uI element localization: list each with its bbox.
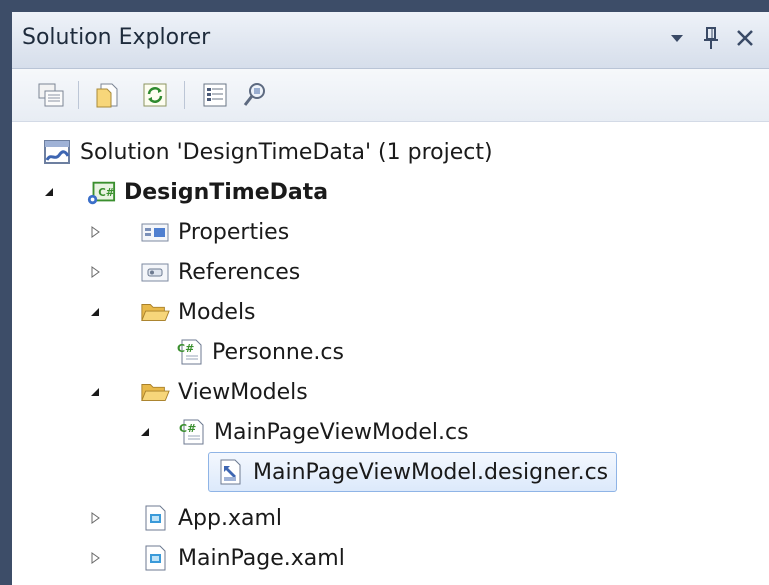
tree-item-mainpage-xaml[interactable]: MainPage.xaml	[88, 538, 345, 578]
pin-icon[interactable]	[699, 24, 723, 52]
collapse-arrow-icon[interactable]	[88, 305, 102, 319]
dropdown-icon[interactable]	[665, 24, 689, 52]
csharp-file-icon: C#	[176, 417, 206, 447]
tree-item-label: MainPage.xaml	[178, 545, 345, 571]
tree-item-personne[interactable]: C# Personne.cs	[174, 332, 344, 372]
tree-item-label: References	[178, 259, 301, 285]
csharp-project-icon: C#	[86, 177, 116, 207]
panel-title: Solution Explorer	[22, 25, 211, 50]
tree-item-label: Personne.cs	[212, 339, 344, 365]
tree-item-label: App.xaml	[178, 505, 283, 531]
tree-item-properties[interactable]: Properties	[88, 212, 289, 252]
csharp-file-icon: C#	[174, 337, 204, 367]
class-view-icon[interactable]	[238, 79, 272, 111]
expand-arrow-icon[interactable]	[88, 265, 102, 279]
tree-item-references[interactable]: References	[88, 252, 300, 292]
toolbar-separator	[184, 81, 185, 109]
designer-file-icon	[215, 457, 245, 487]
properties-icon[interactable]	[34, 79, 68, 111]
panel-titlebar: Solution Explorer	[12, 12, 769, 69]
solution-explorer-panel: Solution Explorer Solution 'DesignTimeDa…	[12, 12, 769, 585]
collapse-arrow-icon[interactable]	[42, 185, 56, 199]
title-controls	[665, 24, 757, 52]
show-all-files-icon[interactable]	[92, 79, 126, 111]
tree-item-models[interactable]: Models	[88, 292, 256, 332]
toolbar-separator	[78, 81, 79, 109]
panel-toolbar	[12, 69, 769, 122]
tree-item-label: Solution 'DesignTimeData' (1 project)	[80, 139, 493, 165]
close-icon[interactable]	[733, 24, 757, 52]
tree-item-label: MainPageViewModel.cs	[214, 419, 469, 445]
tree-item-mainpageviewmodel-designer[interactable]: MainPageViewModel.designer.cs	[208, 452, 618, 492]
solution-icon	[42, 137, 72, 167]
svg-text:C#: C#	[98, 187, 114, 199]
tree-item-mainpageviewmodel[interactable]: C# MainPageViewModel.cs	[138, 412, 469, 452]
collapse-arrow-icon[interactable]	[88, 385, 102, 399]
expand-arrow-icon[interactable]	[88, 225, 102, 239]
expand-arrow-icon[interactable]	[88, 551, 102, 565]
tree-item-label: MainPageViewModel.designer.cs	[253, 459, 609, 485]
svg-text:C#: C#	[177, 342, 194, 355]
folder-open-icon	[140, 297, 170, 327]
tree-item-label: Properties	[178, 219, 290, 245]
properties-folder-icon	[140, 217, 170, 247]
xaml-file-icon	[140, 503, 170, 533]
tree-item-label: Models	[178, 299, 256, 325]
tree-item-viewmodels[interactable]: ViewModels	[88, 372, 308, 412]
tree-item-label: ViewModels	[178, 379, 308, 405]
view-code-icon[interactable]	[198, 79, 232, 111]
tree-item-app-xaml[interactable]: App.xaml	[88, 498, 282, 538]
expand-arrow-icon[interactable]	[88, 511, 102, 525]
tree-item-label: DesignTimeData	[124, 179, 329, 205]
svg-text:C#: C#	[179, 422, 196, 435]
folder-open-icon	[140, 377, 170, 407]
tree-item-project[interactable]: C# DesignTimeData	[42, 172, 328, 212]
references-folder-icon	[140, 257, 170, 287]
xaml-file-icon	[140, 543, 170, 573]
refresh-icon[interactable]	[138, 79, 172, 111]
tree-item-solution[interactable]: Solution 'DesignTimeData' (1 project)	[42, 132, 493, 172]
collapse-arrow-icon[interactable]	[138, 425, 152, 439]
